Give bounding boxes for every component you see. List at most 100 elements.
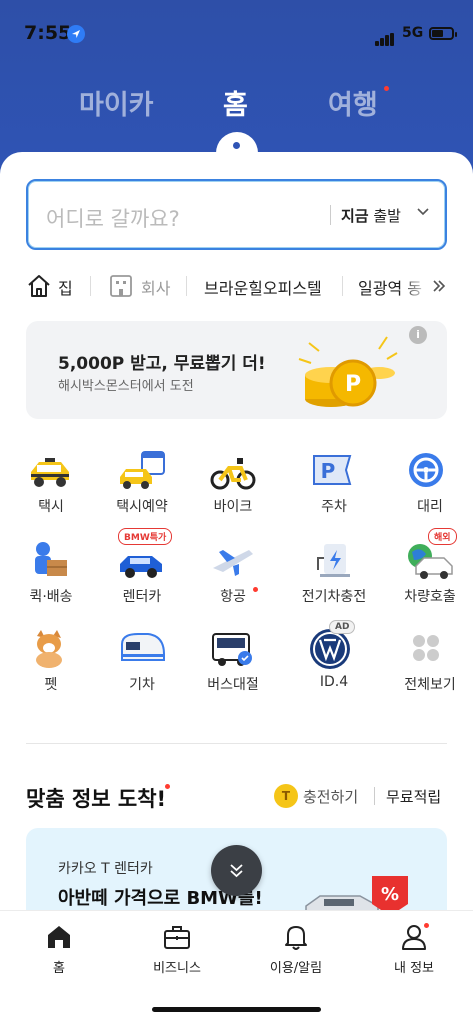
ad-badge: AD <box>329 620 356 634</box>
bottom-tab-label: 내 정보 <box>393 961 434 976</box>
section-divider <box>26 743 447 744</box>
saved-places: 집 회사 브라운힐오피스텔 일광역 동 <box>0 270 473 302</box>
briefcase-icon <box>164 926 190 949</box>
service-label: 바이크 <box>213 499 253 515</box>
service-ev-charging[interactable]: 전기차충전 <box>290 540 370 620</box>
info-icon[interactable]: i <box>409 326 427 344</box>
status-time: 7:55 <box>24 22 72 44</box>
service-parking[interactable]: P 주차 <box>290 450 370 530</box>
chevron-down-icon <box>417 208 429 216</box>
service-label: 차량호출 <box>404 589 456 605</box>
service-delivery[interactable]: 퀵·배송 <box>7 540 87 620</box>
home-icon <box>28 275 50 297</box>
bottom-tab-notifications[interactable]: 이용/알림 <box>246 923 346 983</box>
bottom-tab-label: 이용/알림 <box>269 961 323 976</box>
free-points-link[interactable]: 무료적립 <box>386 786 441 807</box>
section-title: 맞춤 정보 도착! <box>26 787 167 811</box>
double-chevron-down-icon <box>230 864 243 878</box>
service-label: 버스대절 <box>207 677 259 693</box>
coins-icon: P <box>298 336 398 407</box>
train-icon <box>121 633 165 661</box>
bottom-tab-label: 비즈니스 <box>153 961 201 976</box>
service-id4[interactable]: ID.4 <box>290 628 370 708</box>
service-train[interactable]: 기차 <box>98 628 178 708</box>
bmw-special-badge: BMW특가 <box>118 528 173 545</box>
place-divider <box>342 276 343 296</box>
service-label: 주차 <box>321 499 347 515</box>
place-brownhill[interactable]: 브라운힐오피스텔 <box>204 275 322 299</box>
place-office[interactable]: 회사 <box>141 275 170 299</box>
destination-search[interactable]: 어디로 갈까요? 지금 출발 <box>26 179 447 250</box>
service-view-all[interactable]: 전체보기 <box>386 628 466 708</box>
rental-car-icon <box>120 556 162 578</box>
location-arrow-icon <box>67 25 85 43</box>
bus-charter-icon <box>212 633 252 666</box>
svg-text:P: P <box>345 372 361 397</box>
service-bike[interactable]: 바이크 <box>189 450 269 530</box>
place-home[interactable]: 집 <box>58 275 73 299</box>
service-label: ID.4 <box>319 674 349 690</box>
t-coin-icon: T <box>274 784 298 808</box>
search-divider <box>330 205 331 225</box>
car-hailing-icon <box>408 544 453 579</box>
bottom-tab-my-info[interactable]: 내 정보 <box>364 923 464 983</box>
discount-text: % <box>381 884 399 905</box>
departure-time-select[interactable]: 지금 출발 <box>341 205 401 226</box>
bike-icon <box>210 458 256 490</box>
bottom-tab-home[interactable]: 홈 <box>9 923 109 983</box>
status-bar: 7:55 5G <box>0 0 473 64</box>
promo-banner[interactable]: 5,000P 받고, 무료뽑기 더! 해시박스몬스터에서 도전 i P <box>26 321 447 419</box>
taxi-reservation-icon <box>120 451 165 489</box>
charge-link[interactable]: 충전하기 <box>303 786 358 807</box>
place-divider <box>186 276 187 296</box>
tab-mycar[interactable]: 마이카 <box>79 83 154 122</box>
building-icon <box>110 275 132 297</box>
svg-text:P: P <box>321 459 336 483</box>
service-label: 전체보기 <box>404 677 456 693</box>
battery-icon <box>429 27 457 40</box>
parking-icon: P <box>313 455 352 485</box>
my-info-new-dot <box>424 923 429 928</box>
service-airline[interactable]: 항공 <box>189 540 269 620</box>
bottom-tab-label: 홈 <box>53 961 65 976</box>
link-divider <box>374 787 375 805</box>
service-pet[interactable]: 펫 <box>7 628 87 708</box>
tab-travel[interactable]: 여행 <box>328 83 378 122</box>
delivery-icon <box>35 542 67 576</box>
double-chevron-right-icon[interactable] <box>432 279 446 293</box>
taxi-icon <box>31 458 69 487</box>
departure-time-bold: 지금 <box>341 207 369 225</box>
view-all-icon <box>413 635 439 661</box>
departure-time-text: 출발 <box>368 207 401 225</box>
bell-icon <box>285 926 307 950</box>
place-divider <box>90 276 91 296</box>
home-indicator <box>152 1007 321 1012</box>
signal-icon <box>375 27 395 46</box>
vw-logo-icon <box>310 629 350 669</box>
service-rental-car[interactable]: 렌터카 <box>98 540 178 620</box>
airline-new-dot <box>253 587 258 592</box>
service-taxi-reservation[interactable]: 택시예약 <box>98 450 178 530</box>
bottom-tab-business[interactable]: 비즈니스 <box>127 923 227 983</box>
section-new-dot <box>165 784 170 789</box>
ev-charging-icon <box>317 544 350 577</box>
service-label: 전기차충전 <box>301 589 367 605</box>
collapse-sheet-button[interactable] <box>211 845 262 896</box>
page-indicator-dot <box>233 142 240 149</box>
service-designated-driver[interactable]: 대리 <box>386 450 466 530</box>
banner-title: 5,000P 받고, 무료뽑기 더! <box>58 354 266 374</box>
search-placeholder: 어디로 갈까요? <box>46 207 180 231</box>
service-taxi[interactable]: 택시 <box>7 450 87 530</box>
network-label: 5G <box>402 25 424 41</box>
travel-new-dot <box>384 86 389 91</box>
fade-overlay <box>400 270 430 302</box>
overseas-badge: 해외 <box>428 528 457 545</box>
tab-home[interactable]: 홈 <box>223 83 248 122</box>
pet-icon <box>36 630 62 668</box>
service-bus-charter[interactable]: 버스대절 <box>189 628 269 708</box>
banner-subtitle: 해시박스몬스터에서 도전 <box>58 379 194 394</box>
designated-driver-icon <box>409 453 443 487</box>
service-car-hailing[interactable]: 차량호출 <box>386 540 466 620</box>
airplane-icon <box>213 550 253 576</box>
home-filled-icon <box>48 926 70 948</box>
